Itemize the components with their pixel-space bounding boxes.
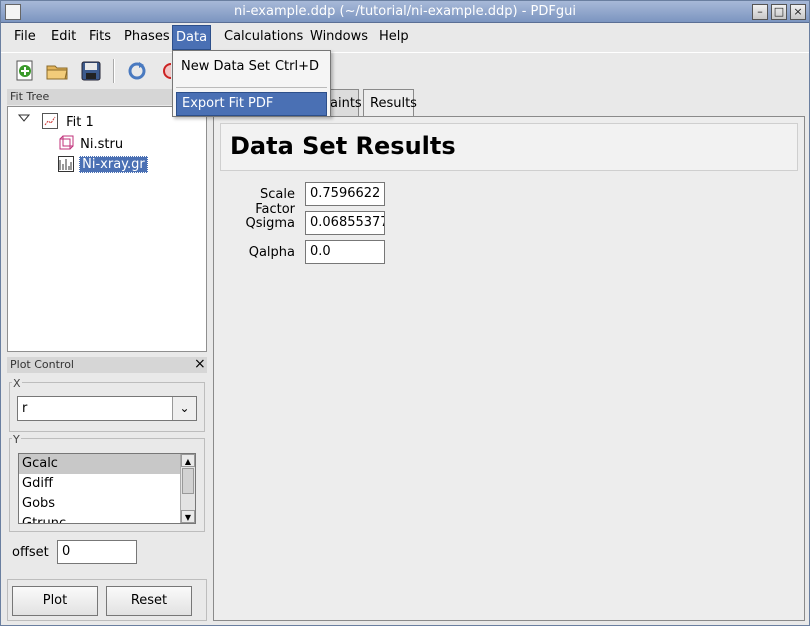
fit-tree[interactable]: Fit 1 Ni.stru Ni-xray.gr: [7, 106, 207, 352]
y-axis-list[interactable]: Gcalc Gdiff Gobs Gtrunc ▲ ▼: [18, 453, 196, 524]
x-group-label: X: [12, 377, 22, 390]
list-item[interactable]: Gdiff: [19, 474, 195, 494]
data-menu-dropdown: New Data Set Ctrl+D Export Fit PDF: [172, 50, 331, 117]
plot-button[interactable]: Plot: [12, 586, 98, 616]
menu-separator: [176, 87, 327, 88]
menu-help[interactable]: Help: [376, 28, 412, 48]
menu-calculations[interactable]: Calculations: [221, 28, 306, 48]
menu-edit[interactable]: Edit: [48, 28, 79, 48]
fit-tree-item-fit[interactable]: Fit 1: [42, 113, 94, 131]
close-panel-icon[interactable]: ×: [194, 357, 206, 371]
window-title: ni-example.ddp (~/tutorial/ni-example.dd…: [233, 4, 576, 19]
open-folder-icon[interactable]: [45, 59, 69, 83]
results-panel: [213, 116, 805, 621]
offset-label: offset: [12, 545, 49, 560]
minimize-button[interactable]: –: [752, 4, 768, 20]
refresh-icon[interactable]: [125, 59, 149, 83]
menu-windows[interactable]: Windows: [307, 28, 371, 48]
list-item[interactable]: Gtrunc: [19, 514, 195, 523]
fit-icon: [42, 113, 58, 129]
vertical-scrollbar[interactable]: ▲ ▼: [180, 454, 195, 523]
app-window: ni-example.ddp (~/tutorial/ni-example.dd…: [0, 0, 810, 626]
dataset-label: Ni-xray.gr: [79, 156, 148, 173]
maximize-button[interactable]: □: [771, 4, 787, 20]
dataset-icon: [58, 156, 74, 172]
menu-phases[interactable]: Phases: [121, 28, 173, 48]
toolbar: [1, 52, 809, 88]
qsigma-field[interactable]: 0.06855377: [305, 211, 385, 235]
plot-control-title: Plot Control: [7, 357, 207, 373]
fit-label: Fit 1: [66, 115, 94, 130]
scale-factor-field[interactable]: 0.7596622: [305, 182, 385, 206]
menu-item-new-data-set[interactable]: New Data Set Ctrl+D: [176, 56, 327, 80]
new-icon[interactable]: [13, 59, 37, 83]
chevron-down-icon[interactable]: ⌄: [172, 397, 196, 420]
toolbar-separator: [113, 59, 115, 83]
fit-tree-item-dataset[interactable]: Ni-xray.gr: [58, 156, 148, 174]
expand-arrow-icon[interactable]: [17, 112, 31, 130]
x-axis-value: r: [22, 401, 28, 416]
menu-bar: File Edit Fits Phases Data Calculations …: [1, 24, 809, 50]
menu-data[interactable]: Data: [172, 25, 212, 50]
title-bar[interactable]: ni-example.ddp (~/tutorial/ni-example.dd…: [1, 1, 809, 23]
stop-icon[interactable]: [159, 59, 171, 83]
y-group-label: Y: [12, 433, 21, 446]
scroll-up-icon[interactable]: ▲: [181, 454, 195, 467]
new-data-set-shortcut: Ctrl+D: [274, 59, 319, 74]
fit-tree-item-phase[interactable]: Ni.stru: [58, 135, 123, 153]
list-item[interactable]: Gcalc: [19, 454, 195, 474]
qsigma-label: Qsigma: [245, 216, 296, 231]
plot-control-title-text: Plot Control: [10, 358, 74, 371]
new-data-set-label: New Data Set: [181, 59, 271, 74]
reset-button[interactable]: Reset: [106, 586, 192, 616]
close-button[interactable]: ×: [790, 4, 806, 20]
menu-file[interactable]: File: [11, 28, 39, 48]
results-banner: Data Set Results: [220, 123, 798, 171]
phase-icon: [58, 135, 74, 151]
scroll-thumb[interactable]: [182, 468, 194, 494]
menu-fits[interactable]: Fits: [86, 28, 114, 48]
menu-item-export-fit-pdf[interactable]: Export Fit PDF: [176, 92, 327, 116]
qalpha-field[interactable]: 0.0: [305, 240, 385, 264]
scale-factor-label: Scale Factor: [255, 187, 295, 217]
list-item[interactable]: Gobs: [19, 494, 195, 514]
save-icon[interactable]: [79, 59, 103, 83]
page-title: Data Set Results: [230, 132, 456, 160]
phase-label: Ni.stru: [80, 137, 124, 152]
export-fit-pdf-label: Export Fit PDF: [182, 96, 274, 111]
x-axis-select[interactable]: r ⌄: [17, 396, 197, 421]
qalpha-label: Qalpha: [248, 245, 295, 260]
offset-input[interactable]: 0: [57, 540, 137, 564]
tab-results[interactable]: Results: [363, 89, 417, 118]
scroll-down-icon[interactable]: ▼: [181, 510, 195, 523]
